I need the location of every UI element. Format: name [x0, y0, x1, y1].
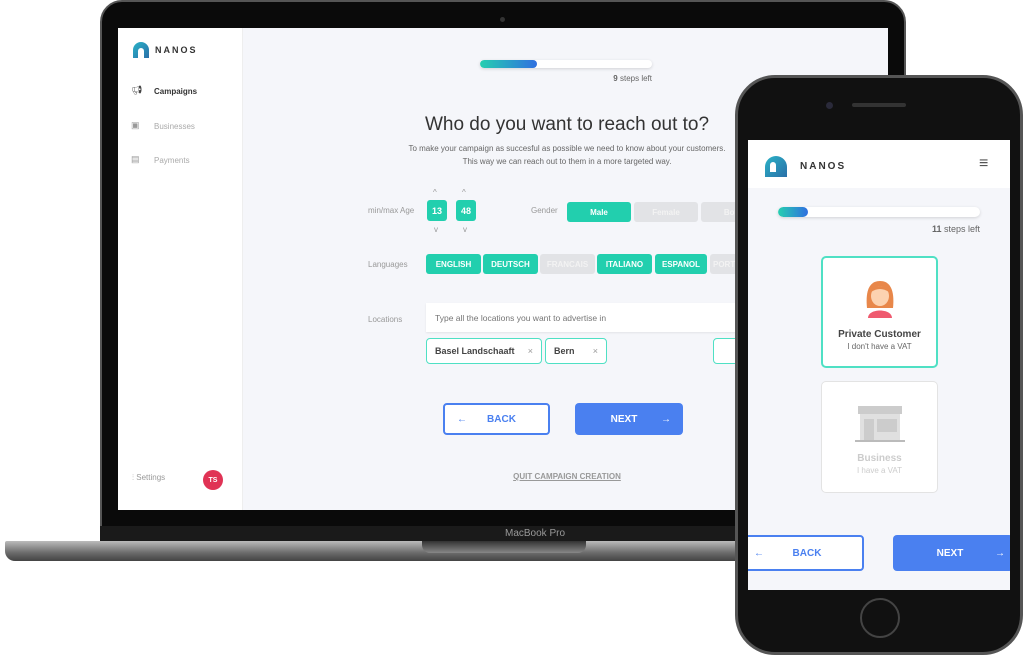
- language-english[interactable]: ENGLISH: [426, 254, 481, 274]
- logo-icon: [765, 156, 787, 177]
- megaphone-icon: 📢︎: [131, 85, 143, 95]
- storefront-icon: [854, 406, 905, 442]
- camera-icon: [500, 17, 505, 22]
- laptop-notch: [422, 541, 586, 553]
- steps-left: 9 steps left: [552, 74, 652, 83]
- back-label: BACK: [487, 413, 516, 425]
- sidebar-item-campaigns[interactable]: 📢︎ Campaigns: [118, 84, 243, 100]
- payment-icon: ▤: [131, 154, 140, 164]
- hamburger-menu-icon[interactable]: ≡: [979, 155, 988, 173]
- arrow-right-icon: →: [661, 413, 671, 425]
- language-italiano[interactable]: ITALIANO: [597, 254, 652, 274]
- progress-fill: [778, 207, 809, 217]
- sidebar-item-label: Payments: [154, 156, 190, 165]
- briefcase-icon: ▣: [131, 120, 140, 130]
- next-label: NEXT: [936, 547, 964, 559]
- sidebar-item-label: Campaigns: [154, 87, 198, 96]
- locations-label: Locations: [368, 315, 403, 324]
- age-min-down-icon[interactable]: v: [434, 225, 438, 234]
- gender-female-button[interactable]: Female: [634, 202, 698, 222]
- languages-label: Languages: [368, 260, 408, 269]
- steps-text: steps left: [619, 74, 652, 83]
- location-chip: Bern ×: [545, 338, 607, 364]
- woman-avatar-icon: [866, 281, 893, 318]
- business-card[interactable]: Business I have a VAT: [821, 381, 938, 493]
- sidebar-item-businesses[interactable]: ▣ Businesses: [118, 119, 243, 135]
- quit-campaign-link[interactable]: QUIT CAMPAIGN CREATION: [467, 472, 667, 481]
- phone-speaker: [852, 103, 906, 107]
- chip-label: Basel Landschaaft: [435, 346, 515, 356]
- language-deutsch[interactable]: DEUTSCH: [483, 254, 538, 274]
- arrow-left-icon: ←: [754, 547, 764, 559]
- sliders-icon: ⫶: [132, 473, 134, 482]
- card-subtitle: I have a VAT: [856, 466, 903, 475]
- card-title: Private Customer: [838, 329, 921, 340]
- chip-label: Bern: [554, 346, 575, 356]
- progress-fill: [480, 60, 537, 68]
- progress-bar: [480, 60, 652, 68]
- age-min-up-icon[interactable]: ^: [433, 188, 437, 197]
- phone-camera-icon: [826, 102, 833, 109]
- phone-header: NANOS ≡: [748, 140, 1010, 188]
- language-francais[interactable]: FRANCAIS: [540, 254, 595, 274]
- locations-input[interactable]: [426, 303, 746, 332]
- age-max-field[interactable]: 48: [456, 200, 476, 221]
- steps-text: steps left: [943, 224, 980, 234]
- card-subtitle: I don't have a VAT: [847, 342, 912, 351]
- close-icon[interactable]: ×: [528, 346, 533, 356]
- logo-icon: [133, 42, 149, 58]
- brand-name: NANOS: [155, 45, 198, 55]
- next-label: NEXT: [610, 413, 638, 425]
- sidebar-item-payments[interactable]: ▤ Payments: [118, 153, 243, 169]
- settings-label: Settings: [136, 473, 166, 482]
- language-espanol[interactable]: ESPANOL: [655, 254, 707, 274]
- arrow-left-icon: ←: [457, 413, 467, 425]
- sidebar: NANOS 📢︎ Campaigns ▣ Businesses ▤ Paymen…: [118, 28, 243, 510]
- age-max-down-icon[interactable]: v: [463, 225, 467, 234]
- location-chip: Basel Landschaaft ×: [426, 338, 542, 364]
- gender-male-button[interactable]: Male: [567, 202, 631, 222]
- home-button[interactable]: [860, 598, 900, 638]
- brand-name: NANOS: [800, 161, 847, 172]
- next-button[interactable]: NEXT →: [575, 403, 683, 435]
- progress-bar: [778, 207, 980, 217]
- sidebar-item-label: Businesses: [154, 122, 195, 131]
- next-button[interactable]: NEXT →: [893, 535, 1010, 571]
- settings-link[interactable]: ⫶ Settings: [132, 473, 192, 487]
- steps-count: 9: [613, 74, 618, 83]
- age-min-field[interactable]: 13: [427, 200, 447, 221]
- back-button[interactable]: ← BACK: [443, 403, 550, 435]
- age-max-up-icon[interactable]: ^: [462, 188, 466, 197]
- gender-label: Gender: [531, 206, 558, 215]
- device-label: MacBook Pro: [504, 528, 566, 539]
- arrow-right-icon: →: [995, 547, 1005, 559]
- card-title: Business: [857, 453, 902, 464]
- back-label: BACK: [792, 547, 822, 559]
- avatar[interactable]: TS: [203, 470, 223, 490]
- private-customer-card[interactable]: Private Customer I don't have a VAT: [821, 256, 938, 368]
- close-icon[interactable]: ×: [593, 346, 598, 356]
- age-label: min/max Age: [368, 206, 415, 215]
- steps-left: 11 steps left: [880, 224, 980, 234]
- phone-screen: NANOS ≡ 11 steps left Private Customer I…: [748, 140, 1010, 590]
- steps-count: 11: [931, 224, 942, 234]
- back-button[interactable]: ← BACK: [748, 535, 864, 571]
